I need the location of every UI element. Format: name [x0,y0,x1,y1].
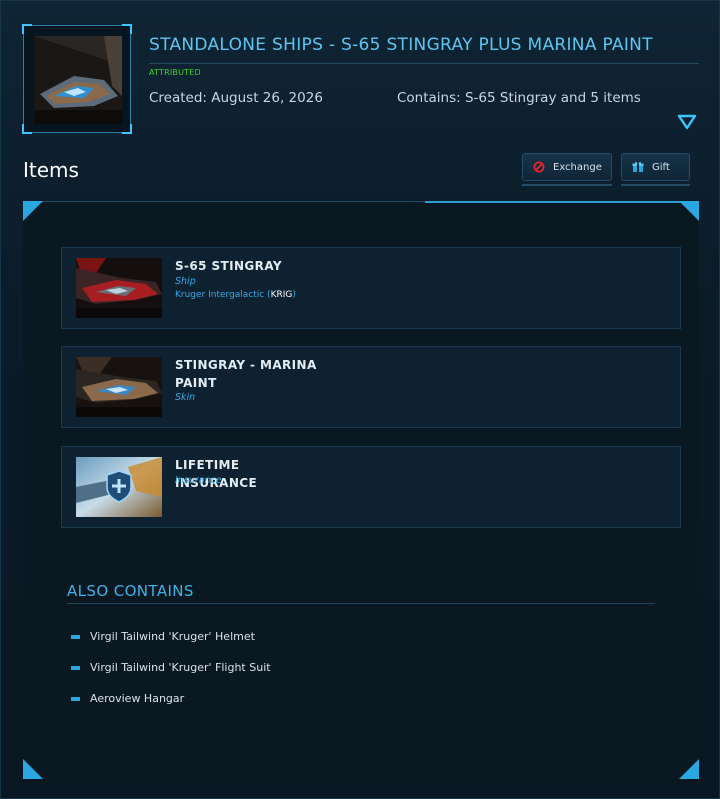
item-name: LIFETIME INSURANCE [175,458,258,490]
item-thumbnail [76,258,162,318]
bullet-icon [71,696,80,701]
item-manufacturer: Kruger Intergalactic (KRIG) [175,290,296,300]
chevron-down-icon[interactable] [677,113,697,131]
pledge-thumbnail-frame [22,24,132,134]
ship-image [34,36,122,124]
also-contains-heading: ALSO CONTAINS [67,582,194,600]
also-contains-entry: Aeroview Hangar [90,692,185,705]
frame-corner [22,24,32,34]
items-heading: Items [23,158,79,182]
pledge-page: STANDALONE SHIPS - S-65 STINGRAY PLUS MA… [0,0,720,799]
exchange-label: Exchange [553,161,602,173]
item-type: Insurance [175,475,222,486]
item-thumbnail [76,457,162,517]
item-card-ship: S-65 STINGRAY Ship Kruger Intergalactic … [61,247,681,329]
list-item: Virgil Tailwind 'Kruger' Flight Suit [71,661,271,674]
contains-summary: Contains: S-65 Stingray and 5 items [397,90,641,106]
panel-accent-line [425,201,681,203]
frame-corner [122,124,132,134]
pledge-thumbnail-image [34,36,122,124]
panel-corner-top-left [23,201,43,221]
frame-corner [22,124,32,134]
manufacturer-close: ) [292,290,296,300]
item-card-insurance: LIFETIME INSURANCE Insurance [61,446,681,528]
manufacturer-code: KRIG [270,290,293,300]
item-thumbnail [76,357,162,417]
list-item: Aeroview Hangar [71,692,184,705]
gift-button[interactable]: Gift [621,153,690,186]
pledge-title: STANDALONE SHIPS - S-65 STINGRAY PLUS MA… [149,35,653,55]
also-contains-divider [67,603,655,604]
panel-corner-bottom-left [23,759,43,779]
frame-corner [122,24,132,34]
created-date: Created: August 26, 2026 [149,90,323,106]
status-badge: ATTRIBUTED [149,68,201,77]
bullet-icon [71,665,80,670]
gift-icon [632,161,644,172]
also-contains-entry: Virgil Tailwind 'Kruger' Helmet [90,630,255,643]
panel-corner-bottom-right [679,759,699,779]
item-name: STINGRAY - MARINA PAINT [175,358,317,390]
exchange-button[interactable]: Exchange [522,153,612,186]
item-type: Ship [175,276,196,287]
gift-label: Gift [652,161,670,173]
list-item: Virgil Tailwind 'Kruger' Helmet [71,630,255,643]
item-name: S-65 STINGRAY [175,259,282,273]
item-card-skin: STINGRAY - MARINA PAINT Skin [61,346,681,428]
also-contains-entry: Virgil Tailwind 'Kruger' Flight Suit [90,661,271,674]
manufacturer-name: Kruger Intergalactic ( [175,290,271,300]
item-type: Skin [175,392,196,403]
panel-corner-top-right [679,201,699,221]
bullet-icon [71,634,80,639]
prohibited-icon [533,161,545,173]
title-divider [149,63,699,64]
